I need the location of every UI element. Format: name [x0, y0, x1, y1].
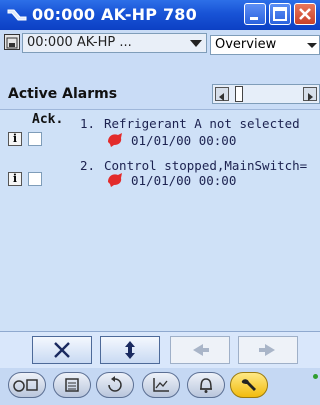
- status-indicator: [313, 374, 318, 379]
- device-select[interactable]: 00:000 AK-HP ...: [22, 33, 207, 53]
- refresh-arrows-icon: [125, 341, 135, 359]
- nav-calculator[interactable]: [53, 372, 91, 398]
- close-x-icon: [54, 342, 70, 358]
- window-title: 00:000 AK-HP 780: [32, 5, 197, 24]
- alarm-number: 1.: [80, 116, 96, 131]
- horizontal-scrollbar[interactable]: [212, 84, 320, 104]
- network-icon: [13, 379, 38, 392]
- trend-chart-icon: [153, 378, 169, 392]
- nav-network[interactable]: [8, 372, 46, 398]
- chevron-down-icon[interactable]: [305, 36, 319, 54]
- alarm-row[interactable]: i 1. Refrigerant A not selected 01/01/00…: [0, 112, 320, 152]
- view-select-value: Overview: [215, 37, 277, 52]
- view-select[interactable]: Overview: [210, 35, 320, 55]
- ack-checkbox[interactable]: [28, 172, 42, 186]
- bell-icon: [200, 378, 212, 393]
- spacer-band: [0, 56, 320, 80]
- alarms-title: Active Alarms: [8, 86, 118, 102]
- alarm-list: Ack. i 1. Refrigerant A not selected 01/…: [0, 110, 320, 332]
- refresh-button[interactable]: [100, 336, 160, 364]
- action-toolbar: [0, 332, 320, 368]
- title-bar: 00:000 AK-HP 780: [0, 0, 320, 30]
- alarm-timestamp: 01/01/00 00:00: [131, 133, 237, 148]
- chevron-right-icon: [308, 93, 313, 101]
- alarm-bell-icon: [108, 133, 122, 147]
- minimize-button[interactable]: [244, 3, 266, 25]
- right-arrow-icon: [259, 344, 275, 356]
- scroll-right-button[interactable]: [303, 87, 317, 101]
- alarms-header: Active Alarms: [0, 80, 320, 110]
- nav-alarms[interactable]: [187, 372, 225, 398]
- next-button[interactable]: [238, 336, 298, 364]
- alarm-text: Refrigerant A not selected: [104, 116, 300, 131]
- minimize-icon: [250, 17, 258, 20]
- close-window-button[interactable]: [294, 3, 316, 25]
- nav-history[interactable]: [96, 372, 134, 398]
- close-x-button[interactable]: [32, 336, 92, 364]
- chevron-down-icon[interactable]: [186, 34, 206, 52]
- left-arrow-icon: [193, 344, 209, 356]
- close-icon: [299, 8, 311, 20]
- info-button[interactable]: i: [8, 172, 22, 186]
- history-icon: [108, 376, 122, 392]
- device-select-value: 00:000 AK-HP ...: [27, 35, 132, 50]
- previous-button[interactable]: [170, 336, 230, 364]
- alarm-timestamp: 01/01/00 00:00: [131, 173, 237, 188]
- calculator-icon: [65, 378, 79, 392]
- maximize-icon: [273, 7, 287, 21]
- alarm-row[interactable]: i 2. Control stopped,MainSwitch= 01/01/0…: [0, 156, 320, 196]
- maximize-button[interactable]: [269, 3, 291, 25]
- device-toolbar: 00:000 AK-HP ... Overview: [0, 30, 320, 56]
- alarm-text: Control stopped,MainSwitch=: [104, 158, 308, 173]
- chevron-left-icon: [219, 93, 224, 101]
- scroll-thumb[interactable]: [235, 86, 243, 102]
- device-icon[interactable]: [4, 34, 20, 50]
- app-icon: [7, 9, 27, 21]
- alarm-bell-icon: [108, 173, 122, 187]
- nav-service[interactable]: [230, 372, 268, 398]
- ack-checkbox[interactable]: [28, 132, 42, 146]
- scroll-left-button[interactable]: [215, 87, 229, 101]
- nav-trend[interactable]: [142, 372, 180, 398]
- bottom-navigation: [0, 368, 320, 405]
- info-button[interactable]: i: [8, 132, 22, 146]
- alarm-number: 2.: [80, 158, 96, 173]
- wrench-icon: [241, 379, 256, 391]
